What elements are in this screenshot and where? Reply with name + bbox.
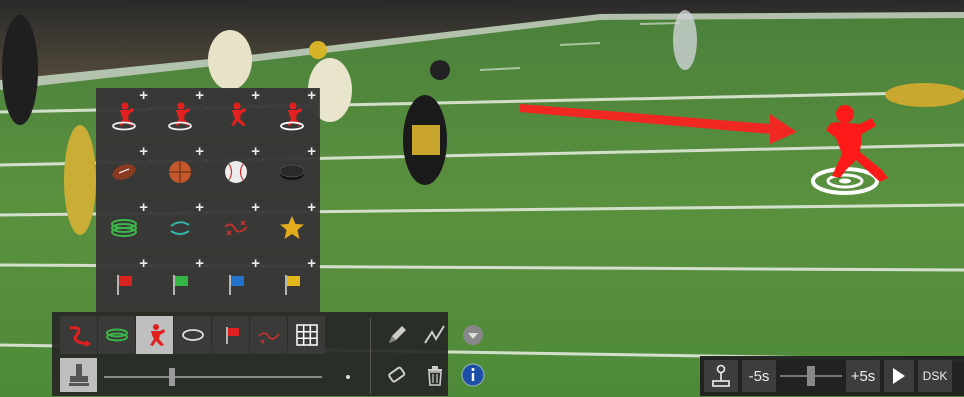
palette-stamp-red-route-x[interactable]: + [208, 200, 263, 255]
add-icon[interactable]: + [195, 256, 204, 271]
tool-actions [378, 316, 498, 394]
palette-stamp-player-run-target[interactable]: + [152, 88, 207, 143]
ellipse-icon [181, 329, 204, 341]
add-icon[interactable]: + [139, 88, 148, 103]
baseball-icon [224, 160, 247, 183]
forward-5s-button[interactable]: +5s [846, 360, 880, 392]
add-icon[interactable]: + [307, 256, 316, 271]
dsk-button[interactable]: DSK [918, 360, 952, 392]
palette-stamp-green-flag[interactable]: + [152, 256, 207, 311]
player-sprint-icon [230, 102, 246, 126]
stamp-button[interactable] [60, 358, 97, 392]
stamp-palette: + + + + + + + + + + + + + + + + [96, 88, 320, 312]
flag-tool-button[interactable] [212, 316, 249, 354]
palette-stamp-hockey-puck[interactable]: + [264, 144, 319, 199]
add-icon[interactable]: + [139, 200, 148, 215]
eraser-icon [387, 366, 405, 383]
player-stamp-icon [149, 324, 165, 346]
add-icon[interactable]: + [139, 256, 148, 271]
football-icon [111, 163, 136, 180]
curved-arrow-icon [69, 326, 91, 347]
flag-icon [225, 327, 239, 344]
palette-stamp-blue-flag[interactable]: + [208, 256, 263, 311]
toolbar-divider [370, 318, 371, 394]
joystick-icon [712, 364, 730, 387]
add-icon[interactable]: + [139, 144, 148, 159]
palette-stamp-player-target[interactable]: + [96, 88, 151, 143]
player-target-white-icon [279, 102, 304, 130]
playback-bar: -5s +5s DSK [700, 356, 964, 396]
player-stamp-tool-button[interactable] [136, 316, 173, 354]
route-tool-button[interactable] [250, 316, 287, 354]
palette-stamp-basketball[interactable]: + [152, 144, 207, 199]
add-icon[interactable]: + [195, 200, 204, 215]
back-5s-label: -5s [748, 367, 770, 385]
dropdown-icon [462, 325, 483, 345]
eraser-button[interactable] [378, 356, 415, 394]
dsk-label: DSK [922, 369, 948, 383]
grid-tool-button[interactable] [288, 316, 325, 354]
basketball-icon [168, 160, 191, 183]
green-rings-icon [110, 218, 137, 237]
freehand-line-button[interactable] [416, 316, 453, 354]
add-icon[interactable]: + [251, 200, 260, 215]
dropdown-button[interactable] [454, 316, 491, 354]
yellow-flag-icon [284, 274, 300, 295]
drawing-toolbar [52, 312, 485, 396]
tool-row [60, 316, 325, 354]
red-route-x-icon [223, 219, 248, 236]
palette-stamp-red-flag[interactable]: + [96, 256, 151, 311]
jog-knob[interactable] [807, 366, 815, 386]
star-icon [279, 215, 304, 239]
trash-icon [427, 366, 442, 386]
telestrator-screen: + + + + + + + + + + + + + + + + -5s +5s … [0, 0, 964, 397]
player-run-target-icon [167, 102, 192, 130]
hockey-puck-icon [279, 164, 304, 180]
palette-stamp-player-target-white[interactable]: + [264, 88, 319, 143]
player-target-icon [111, 102, 136, 130]
add-icon[interactable]: + [251, 256, 260, 271]
ellipse-tool-button[interactable] [174, 316, 211, 354]
add-icon[interactable]: + [195, 88, 204, 103]
pencil-button[interactable] [378, 316, 415, 354]
play-icon [893, 368, 905, 384]
teal-arc-arrows-icon [169, 220, 190, 235]
back-5s-button[interactable]: -5s [742, 360, 776, 392]
palette-stamp-baseball[interactable]: + [208, 144, 263, 199]
curved-arrow-tool-button[interactable] [60, 316, 97, 354]
slider-thumb[interactable] [169, 368, 175, 386]
grid-icon [295, 324, 318, 346]
palette-stamp-teal-arc-arrows[interactable]: + [152, 200, 207, 255]
stamp-icon [68, 364, 89, 386]
jog-slider[interactable] [780, 360, 842, 392]
ring-stack-tool-button[interactable] [98, 316, 135, 354]
palette-stamp-star[interactable]: + [264, 200, 319, 255]
palette-stamp-player-sprint[interactable]: + [208, 88, 263, 143]
add-icon[interactable]: + [307, 200, 316, 215]
blue-flag-icon [228, 274, 244, 295]
trash-button[interactable] [416, 356, 453, 394]
joystick-button[interactable] [704, 360, 738, 392]
add-icon[interactable]: + [195, 144, 204, 159]
green-flag-icon [172, 274, 188, 295]
add-icon[interactable]: + [307, 144, 316, 159]
add-icon[interactable]: + [307, 88, 316, 103]
info-button[interactable] [454, 356, 491, 394]
add-icon[interactable]: + [251, 88, 260, 103]
pencil-icon [388, 326, 406, 343]
slider-track [104, 376, 322, 378]
info-icon [460, 363, 485, 387]
size-slider[interactable] [104, 368, 354, 386]
forward-5s-label: +5s [850, 367, 876, 385]
slider-end-dot [346, 375, 350, 379]
play-button[interactable] [884, 360, 914, 392]
ring-stack-icon [105, 328, 128, 342]
palette-stamp-football[interactable]: + [96, 144, 151, 199]
red-flag-icon [116, 274, 132, 295]
freehand-line-icon [423, 325, 445, 344]
palette-stamp-green-rings[interactable]: + [96, 200, 151, 255]
palette-stamp-yellow-flag[interactable]: + [264, 256, 319, 311]
add-icon[interactable]: + [251, 144, 260, 159]
route-icon [257, 332, 280, 344]
